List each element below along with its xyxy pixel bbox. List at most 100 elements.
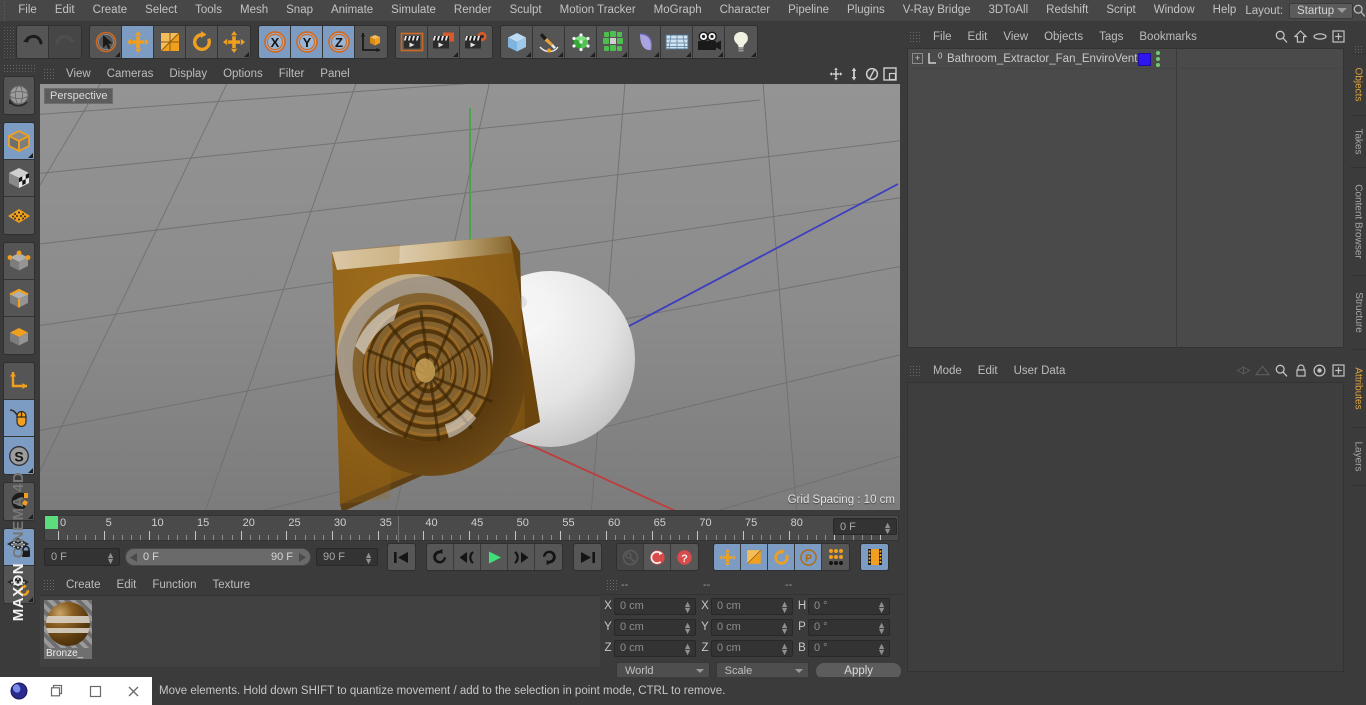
side-tab-objects[interactable]: Objects [1350,54,1366,116]
polygons-mode-button[interactable] [4,317,34,354]
menu-item-create[interactable]: Create [84,0,137,21]
enable-snapping-button[interactable] [4,400,34,437]
go-to-end-button[interactable] [574,544,601,570]
attribute-content[interactable] [907,382,1344,672]
object-tree[interactable]: + 0 Bathroom_Extractor_Fan_EnviroVent [907,48,1344,349]
coord-field-size-y[interactable]: 0 cm ▲ ▼ [711,618,793,636]
target-icon[interactable] [1312,363,1327,378]
live-selection-tool[interactable] [90,25,122,58]
material-tag-icon[interactable] [1138,52,1151,66]
viewport-solo-button[interactable] [4,197,34,234]
material-menu-function[interactable]: Function [144,575,204,595]
lock-icon[interactable] [1293,363,1308,378]
spinner-icon[interactable]: ▲ ▼ [780,620,789,635]
search-icon[interactable] [1274,363,1289,378]
add-environment-button[interactable] [661,25,693,58]
timeline-current-marker[interactable] [45,516,58,529]
maximize-viewport-icon[interactable] [882,66,897,81]
previous-frame-button[interactable] [454,544,481,570]
toolbar-grip[interactable] [3,25,14,58]
side-tab-attributes[interactable]: Attributes [1350,350,1366,428]
search-icon[interactable] [1274,29,1289,44]
spinner-icon[interactable]: ▲ ▼ [683,641,692,656]
object-menu-edit[interactable]: Edit [960,26,996,48]
maximize-window-icon[interactable] [76,677,114,705]
menu-item-plugins[interactable]: Plugins [838,0,894,21]
attribute-menu-user-data[interactable]: User Data [1006,360,1074,382]
world-object-coordinates-button[interactable] [355,25,387,58]
scale-key-button[interactable] [741,544,768,570]
back-history-icon[interactable] [1236,363,1251,378]
coord-field-rot-b[interactable]: 0 ° ▲ ▼ [808,639,890,657]
menu-item-window[interactable]: Window [1145,0,1204,21]
viewport-menu-filter[interactable]: Filter [271,64,313,84]
attribute-manager-grip[interactable] [909,365,920,377]
undo-view-button[interactable] [4,77,34,114]
rotate-view-icon[interactable] [864,66,879,81]
add-camera-button[interactable] [693,25,725,58]
max-frame-field[interactable]: 90 F ▲ ▼ [316,548,378,566]
menu-item-file[interactable]: File [9,0,46,21]
menu-item-simulate[interactable]: Simulate [382,0,445,21]
side-tab-structure[interactable]: Structure [1350,276,1366,350]
rotate-tool[interactable] [186,25,218,58]
ellipse-icon[interactable] [1312,29,1327,44]
object-menu-objects[interactable]: Objects [1036,26,1091,48]
side-tab-content-browser[interactable]: Content Browser [1350,168,1366,276]
restore-window-icon[interactable] [38,677,76,705]
forward-history-icon[interactable] [1255,363,1270,378]
position-key-button[interactable] [714,544,741,570]
add-spline-button[interactable] [533,25,565,58]
render-view-button[interactable] [396,25,428,58]
menu-item-script[interactable]: Script [1097,0,1144,21]
add-nurbs-button[interactable] [565,25,597,58]
viewport-menu-view[interactable]: View [58,64,99,84]
object-menu-bookmarks[interactable]: Bookmarks [1131,26,1205,48]
coord-field-pos-z[interactable]: 0 cm ▲ ▼ [614,639,696,657]
spinner-icon[interactable]: ▲ ▼ [883,521,892,536]
record-active-objects-button[interactable] [617,544,644,570]
menu-search-button[interactable] [1353,0,1366,21]
viewport-grip[interactable] [43,68,54,80]
current-frame-field[interactable]: 0 F ▲ ▼ [44,548,120,566]
keyframe-selection-button[interactable]: ? [671,544,698,570]
expand-toggle-icon[interactable]: + [912,53,923,64]
home-icon[interactable] [1293,29,1308,44]
point-level-animation-button[interactable] [822,544,849,570]
render-to-picture-viewer-button[interactable] [428,25,460,58]
menu-item-render[interactable]: Render [445,0,501,21]
edges-mode-button[interactable] [4,280,34,317]
rotation-key-button[interactable] [768,544,795,570]
left-toolbar-grip[interactable] [3,64,35,73]
undo-button[interactable] [17,25,49,58]
timeline-right-frame-field[interactable]: 0 F ▲ ▼ [833,518,897,536]
timeline-filmstrip-button[interactable] [861,544,888,570]
play-forward-button[interactable] [481,544,508,570]
layout-dropdown[interactable]: Startup [1289,2,1353,19]
menu-item-tools[interactable]: Tools [186,0,231,21]
points-mode-button[interactable] [4,243,34,280]
object-menu-tags[interactable]: Tags [1091,26,1131,48]
menu-item-3dtoall[interactable]: 3DToAll [980,0,1038,21]
menu-item-mesh[interactable]: Mesh [231,0,277,21]
redo-button[interactable] [49,25,81,58]
object-manager-grip[interactable] [909,31,920,43]
timeline-playhead[interactable] [398,516,399,542]
spinner-icon[interactable]: ▲ ▼ [780,599,789,614]
spinner-icon[interactable]: ▲ ▼ [877,599,886,614]
add-array-button[interactable] [597,25,629,58]
menu-item-redshift[interactable]: Redshift [1037,0,1097,21]
spinner-icon[interactable]: ▲ ▼ [683,599,692,614]
menu-item-mograph[interactable]: MoGraph [645,0,711,21]
coord-field-rot-h[interactable]: 0 ° ▲ ▼ [808,597,890,615]
visibility-dots[interactable] [1156,51,1160,67]
menu-item-sculpt[interactable]: Sculpt [501,0,551,21]
lock-y-axis-button[interactable]: Y [291,25,323,58]
viewport-3d-canvas[interactable]: Perspective Grid Spacing : 10 cm [40,84,900,510]
autokeying-button[interactable] [644,544,671,570]
new-layer-icon[interactable] [1331,29,1346,44]
play-backwards-button[interactable] [427,544,454,570]
lock-x-axis-button[interactable]: X [259,25,291,58]
viewport-menu-display[interactable]: Display [161,64,215,84]
material-menu-edit[interactable]: Edit [109,575,145,595]
